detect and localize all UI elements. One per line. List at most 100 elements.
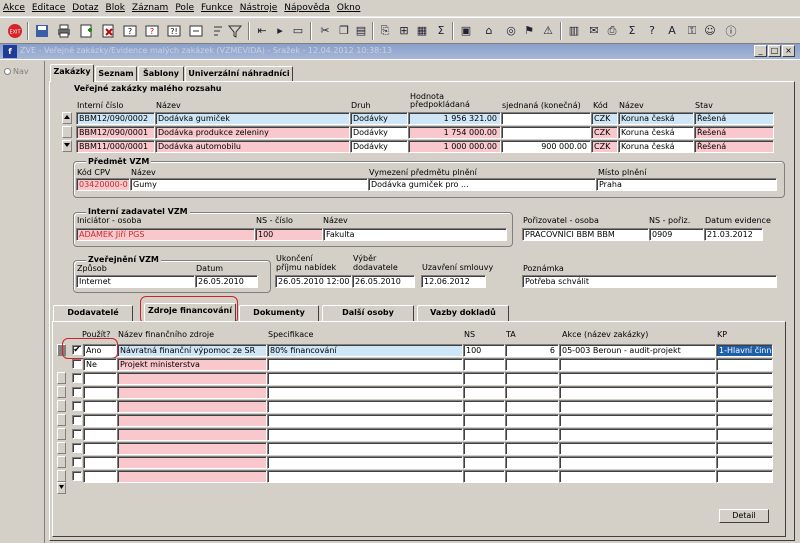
empty-cell[interactable] xyxy=(267,456,463,469)
cell-zdroj-nazev[interactable]: Návratná finanční výpomoc ze SR xyxy=(117,344,267,357)
tab-vazby-dokladu[interactable]: Vazby dokladů xyxy=(417,305,509,321)
empty-cell[interactable] xyxy=(267,470,463,483)
empty-cell[interactable] xyxy=(463,470,505,483)
empty-cell[interactable] xyxy=(117,442,267,455)
cell-ns[interactable] xyxy=(463,358,505,371)
tab-dalsi-osoby[interactable]: Další osoby xyxy=(322,305,414,321)
tab-zakazky[interactable]: Zakázky xyxy=(50,64,94,82)
datum-evidence-field[interactable]: 21.03.2012 xyxy=(704,228,763,241)
zpusob-field[interactable]: Internet xyxy=(76,275,195,288)
ukonceni-field[interactable]: 26.05.2010 12:00 xyxy=(275,275,352,288)
cell-mena[interactable]: Koruna česká xyxy=(618,140,694,153)
scroll-up-icon[interactable] xyxy=(62,112,72,124)
delete-record-icon[interactable] xyxy=(99,22,117,39)
empty-cell[interactable] xyxy=(505,400,559,413)
empty-cell[interactable] xyxy=(83,414,117,427)
row-selector[interactable] xyxy=(57,372,66,384)
cell-nazev[interactable]: Dodávka automobilu xyxy=(155,140,350,153)
empty-cell[interactable] xyxy=(117,372,267,385)
cell-mena[interactable]: Koruna česká xyxy=(618,126,694,139)
menu-okno[interactable]: Okno xyxy=(337,3,361,13)
empty-cell[interactable] xyxy=(716,414,773,427)
row-selector[interactable] xyxy=(62,126,72,138)
empty-cell[interactable] xyxy=(267,386,463,399)
lock-icon[interactable]: ⚿ xyxy=(683,22,701,39)
pouzit-checkbox[interactable] xyxy=(72,373,82,383)
empty-cell[interactable] xyxy=(505,414,559,427)
exit-icon[interactable]: EXIT xyxy=(6,22,24,39)
attach-icon[interactable]: ⎙ xyxy=(603,22,621,39)
tab-sablony[interactable]: Šablony xyxy=(138,66,184,82)
vyber-field[interactable]: 26.05.2010 xyxy=(352,275,415,288)
empty-cell[interactable] xyxy=(559,414,716,427)
empty-cell[interactable] xyxy=(463,428,505,441)
globe-icon[interactable]: ◎ xyxy=(502,22,520,39)
row-selector[interactable] xyxy=(57,386,66,398)
scroll-down-icon[interactable] xyxy=(57,482,66,494)
row-selector[interactable] xyxy=(57,414,66,426)
filter-icon[interactable] xyxy=(226,22,244,39)
enter-query-icon-2[interactable]: ?! xyxy=(165,22,183,39)
pouzit-checkbox[interactable] xyxy=(72,443,82,453)
cell-hodnota[interactable]: 1 754 000.00 xyxy=(408,126,501,139)
kod-cpv-field[interactable]: 03420000-0 xyxy=(76,178,130,191)
menu-nastroje[interactable]: Nástroje xyxy=(240,3,278,13)
cell-kod[interactable]: CZK xyxy=(591,126,618,139)
empty-cell[interactable] xyxy=(267,442,463,455)
sort-icon[interactable] xyxy=(209,22,227,39)
cell-specifikace[interactable]: 80% financování xyxy=(267,344,463,357)
cell-druh[interactable]: Dodávky xyxy=(350,140,408,153)
tab-seznam[interactable]: Seznam xyxy=(95,66,137,82)
save-icon[interactable] xyxy=(33,22,51,39)
zverejneni-datum-field[interactable]: 26.05.2010 xyxy=(195,275,258,288)
empty-cell[interactable] xyxy=(117,400,267,413)
row-selector[interactable] xyxy=(57,428,66,440)
empty-cell[interactable] xyxy=(267,372,463,385)
misto-field[interactable]: Praha xyxy=(596,178,777,191)
pouzit-checkbox[interactable] xyxy=(72,401,82,411)
empty-cell[interactable] xyxy=(463,372,505,385)
cell-kod[interactable]: CZK xyxy=(591,140,618,153)
empty-cell[interactable] xyxy=(463,414,505,427)
mail-icon[interactable]: ✉ xyxy=(585,22,603,39)
empty-cell[interactable] xyxy=(716,400,773,413)
tab-univerzalni-nahradnici[interactable]: Univerzální náhradníci xyxy=(185,66,293,82)
cell-mena[interactable]: Koruna česká xyxy=(618,112,694,125)
cell-sjednana[interactable] xyxy=(501,126,591,139)
row-selector[interactable] xyxy=(57,456,66,468)
empty-cell[interactable] xyxy=(559,428,716,441)
empty-cell[interactable] xyxy=(716,372,773,385)
clear-icon[interactable]: ⎘ xyxy=(376,22,394,39)
menu-akce[interactable]: Akce xyxy=(3,3,25,13)
cell-kp[interactable] xyxy=(716,358,773,371)
empty-cell[interactable] xyxy=(559,470,716,483)
cell-kod[interactable]: CZK xyxy=(591,112,618,125)
cell-hodnota[interactable]: 1 000 000.00 xyxy=(408,140,501,153)
lov-icon[interactable]: ⊞ xyxy=(395,22,413,39)
vymezeni-field[interactable]: Dodávka gumiček pro ... xyxy=(368,178,596,191)
close-button[interactable]: × xyxy=(782,45,795,57)
empty-cell[interactable] xyxy=(505,386,559,399)
empty-cell[interactable] xyxy=(559,400,716,413)
cell-druh[interactable]: Dodávky xyxy=(350,112,408,125)
empty-cell[interactable] xyxy=(83,400,117,413)
row-selector[interactable] xyxy=(57,470,66,482)
calculator-icon[interactable]: ▦ xyxy=(413,22,431,39)
menu-funkce[interactable]: Funkce xyxy=(201,3,233,13)
cell-ns[interactable]: 100 xyxy=(463,344,505,357)
empty-cell[interactable] xyxy=(117,386,267,399)
menu-editace[interactable]: Editace xyxy=(32,3,65,13)
maximize-button[interactable]: □ xyxy=(768,45,781,57)
tab-dodavatele[interactable]: Dodavatelé xyxy=(53,305,133,321)
cell-kp[interactable]: 1-Hlavní činno xyxy=(716,344,773,357)
execute-query-icon[interactable]: ? xyxy=(143,22,161,39)
menu-dotaz[interactable]: Dotaz xyxy=(72,3,98,13)
tree-icon[interactable]: ⌂ xyxy=(480,22,498,39)
sum-icon[interactable]: Σ xyxy=(432,22,450,39)
poznamka-field[interactable]: Potřeba schválit xyxy=(522,275,777,288)
iniciator-field[interactable]: ADÁMEK Jiří PGS xyxy=(76,228,255,241)
cell-akce[interactable]: 05-003 Beroun - audit-projekt xyxy=(559,344,716,357)
cell-specifikace[interactable] xyxy=(267,358,463,371)
empty-cell[interactable] xyxy=(83,386,117,399)
pouzit-checkbox[interactable] xyxy=(72,415,82,425)
